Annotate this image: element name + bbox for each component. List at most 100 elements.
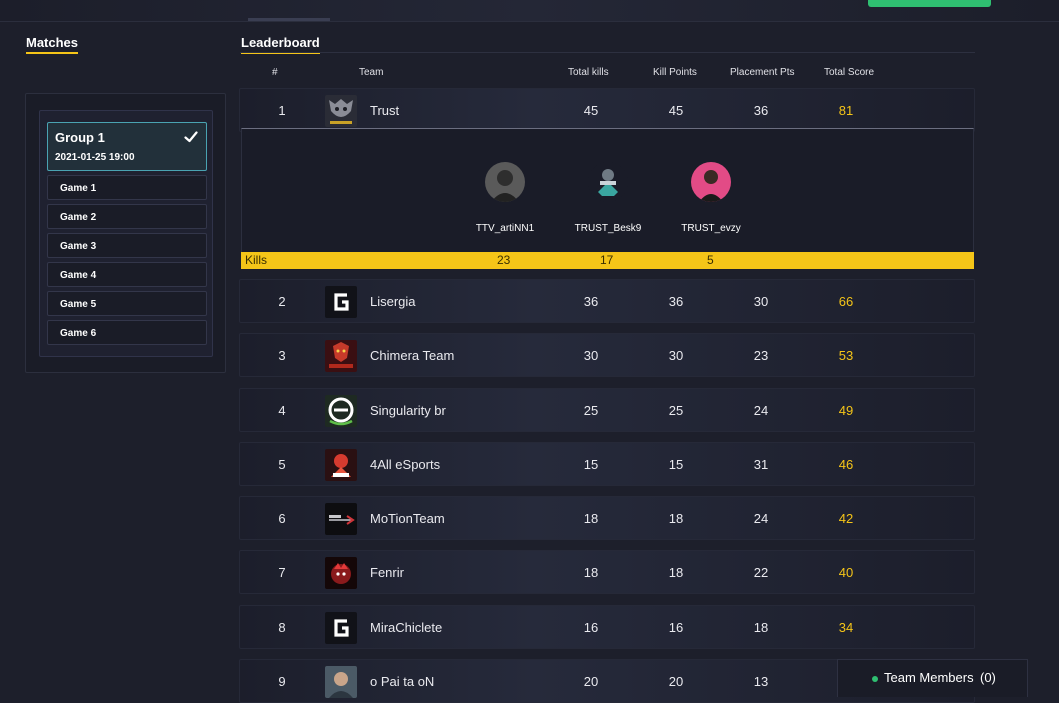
- rank: 7: [278, 565, 286, 580]
- kill-points: 25: [668, 403, 684, 418]
- player-kills: 5: [707, 253, 714, 267]
- player-kills: 17: [600, 253, 614, 267]
- col-header-rank: #: [272, 67, 278, 78]
- primary-action-button[interactable]: [868, 0, 991, 7]
- col-header-total-kills: Total kills: [568, 67, 609, 78]
- total-kills: 30: [583, 348, 599, 363]
- total-score: 53: [838, 348, 854, 363]
- table-row[interactable]: 6 MoTionTeam 18 18 24 42: [239, 496, 975, 540]
- table-row[interactable]: 7 Fenrir 18 18 22 40: [239, 550, 975, 594]
- group-date: 2021-01-25 19:00: [55, 152, 135, 163]
- game-item[interactable]: Game 6: [47, 320, 207, 345]
- top-bar: [0, 0, 1059, 22]
- checkmark-icon: [184, 131, 198, 143]
- table-row[interactable]: 3 Chimera Team 30 30 23 53: [239, 333, 975, 377]
- team-name: Chimera Team: [370, 348, 455, 363]
- col-header-kill-points: Kill Points: [653, 67, 697, 78]
- team-name: Trust: [370, 103, 400, 118]
- matches-panel: Group 1 2021-01-25 19:00 Game 1 Game 2 G…: [25, 93, 226, 373]
- col-header-total-score: Total Score: [824, 67, 875, 78]
- leaderboard-divider: [240, 52, 975, 53]
- g-logo-icon: [325, 612, 357, 644]
- active-tab-indicator: [248, 18, 330, 21]
- game-item[interactable]: Game 5: [47, 291, 207, 316]
- placement-pts: 13: [753, 674, 769, 689]
- table-row[interactable]: 5 4All eSports 15 15 31 46: [239, 442, 975, 486]
- team-name: Lisergia: [370, 294, 416, 309]
- total-kills: 16: [583, 620, 599, 635]
- placement-pts: 24: [753, 403, 769, 418]
- kill-points: 18: [668, 565, 684, 580]
- kills-bar: Kills 23 17 5: [241, 252, 974, 269]
- placement-pts: 31: [753, 457, 769, 472]
- team-name: Singularity br: [370, 403, 446, 418]
- group-card-selected[interactable]: Group 1 2021-01-25 19:00: [47, 122, 207, 171]
- singularity-logo-icon: [325, 395, 357, 427]
- placement-pts: 18: [753, 620, 769, 635]
- total-kills: 18: [583, 511, 599, 526]
- player-name: TRUST_Besk9: [574, 223, 642, 234]
- game-item[interactable]: Game 1: [47, 175, 207, 200]
- placement-pts: 24: [753, 511, 769, 526]
- game-item[interactable]: Game 2: [47, 204, 207, 229]
- online-status-icon: [872, 676, 878, 682]
- rank: 3: [278, 348, 286, 363]
- player-card[interactable]: TRUST_Besk9: [563, 162, 653, 234]
- total-kills: 25: [583, 403, 599, 418]
- player-name: TRUST_evzy: [681, 223, 741, 234]
- total-score: 66: [838, 294, 854, 309]
- player-card[interactable]: TRUST_evzy: [666, 162, 756, 234]
- team-name: MoTionTeam: [370, 511, 445, 526]
- kills-label: Kills: [245, 253, 268, 267]
- col-header-team: Team: [359, 67, 384, 78]
- total-score: 34: [838, 620, 854, 635]
- rank: 4: [278, 403, 286, 418]
- team-members-label: Team Members: [884, 670, 974, 685]
- team-name: 4All eSports: [370, 457, 441, 472]
- 4all-logo-icon: [325, 449, 357, 481]
- trust-logo-icon: [325, 95, 357, 127]
- team-details-panel: TTV_artiNN1 TRUST_Besk9 TRUST_evzy: [241, 128, 974, 269]
- team-name: Fenrir: [370, 565, 404, 580]
- team-members-count: (0): [980, 670, 996, 685]
- player-name: TTV_artiNN1: [475, 223, 535, 234]
- table-row[interactable]: 2 Lisergia 36 36 30 66: [239, 279, 975, 323]
- player-card[interactable]: TTV_artiNN1: [460, 162, 550, 234]
- rank: 5: [278, 457, 286, 472]
- kill-points: 18: [668, 511, 684, 526]
- game-item[interactable]: Game 4: [47, 262, 207, 287]
- team-name: MiraChiclete: [370, 620, 443, 635]
- kill-points: 16: [668, 620, 684, 635]
- team-name: o Pai ta oN: [370, 674, 435, 689]
- rank: 8: [278, 620, 286, 635]
- table-row[interactable]: 1 Trust 45 45 36 81: [239, 88, 975, 132]
- player-kills: 23: [497, 253, 511, 267]
- col-header-placement-pts: Placement Pts: [730, 67, 795, 78]
- total-kills: 36: [583, 294, 599, 309]
- total-kills: 18: [583, 565, 599, 580]
- rank: 1: [278, 103, 286, 118]
- placement-pts: 22: [753, 565, 769, 580]
- group-name: Group 1: [55, 130, 105, 145]
- matches-title[interactable]: Matches: [26, 35, 79, 54]
- kill-points: 36: [668, 294, 684, 309]
- group-container: Group 1 2021-01-25 19:00 Game 1 Game 2 G…: [39, 110, 213, 357]
- total-score: 81: [838, 103, 854, 118]
- fenrir-logo-icon: [325, 557, 357, 589]
- player-avatar-icon: [485, 162, 525, 202]
- total-kills: 15: [583, 457, 599, 472]
- kill-points: 15: [668, 457, 684, 472]
- rank: 2: [278, 294, 286, 309]
- kill-points: 20: [668, 674, 684, 689]
- kill-points: 30: [668, 348, 684, 363]
- game-item[interactable]: Game 3: [47, 233, 207, 258]
- rank: 6: [278, 511, 286, 526]
- total-kills: 20: [583, 674, 599, 689]
- total-score: 42: [838, 511, 854, 526]
- table-row[interactable]: 4 Singularity br 25 25 24 49: [239, 388, 975, 432]
- table-row[interactable]: 8 MiraChiclete 16 16 18 34: [239, 605, 975, 649]
- placement-pts: 30: [753, 294, 769, 309]
- team-members-widget[interactable]: Team Members (0): [837, 659, 1028, 697]
- paitaon-logo-icon: [325, 666, 357, 698]
- total-kills: 45: [583, 103, 599, 118]
